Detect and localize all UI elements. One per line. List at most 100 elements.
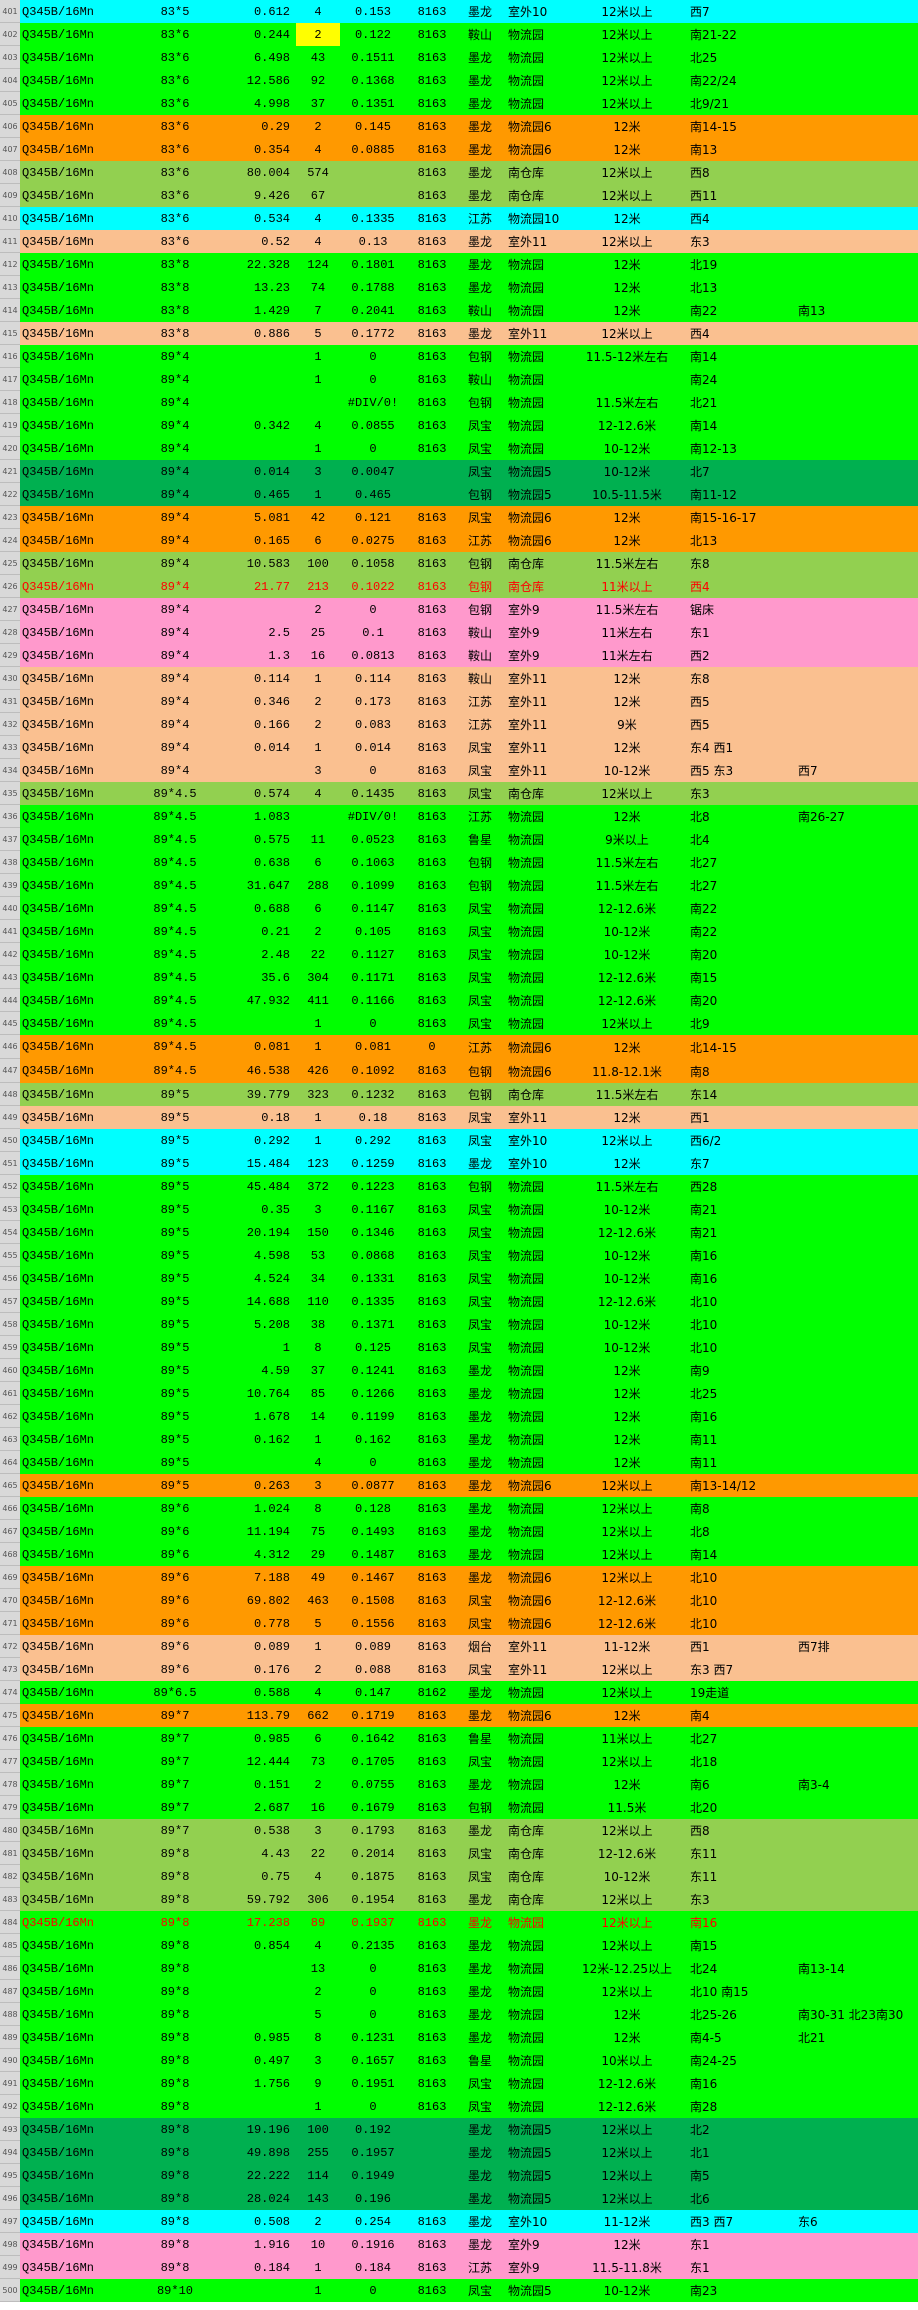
cell-standard[interactable]: 8163 [406,667,458,690]
cell-code[interactable]: Q345B/16Mn [20,1888,134,1911]
cell-note[interactable] [794,2095,918,2118]
cell-mill[interactable]: 鞍山 [458,621,502,644]
cell-mill[interactable]: 包钢 [458,575,502,598]
cell-note[interactable] [794,1842,918,1865]
cell-note[interactable] [794,736,918,759]
cell-location[interactable]: 南21 [686,1221,794,1244]
cell-length[interactable]: 11-12米 [568,2210,686,2233]
table-row[interactable]: 411 Q345B/16Mn 83*6 0.52 4 0.13 8163 墨龙 室外11 12米以… [0,230,918,253]
cell-length[interactable]: 12米 [568,1451,686,1474]
cell-location[interactable]: 西28 [686,1175,794,1198]
cell-quantity[interactable]: 34 [296,1267,340,1290]
cell-mill[interactable]: 鲁星 [458,828,502,851]
cell-quantity[interactable]: 1 [296,2256,340,2279]
cell-warehouse[interactable]: 物流园6 [502,1612,568,1635]
cell-standard[interactable]: 8163 [406,828,458,851]
table-row[interactable]: 494 Q345B/16Mn 89*8 49.898 255 0.1957 墨龙 物流园5 12… [0,2141,918,2164]
cell-standard[interactable]: 8163 [406,1934,458,1957]
cell-unit-weight[interactable]: 0.105 [340,920,406,943]
cell-code[interactable]: Q345B/16Mn [20,713,134,736]
cell-location[interactable]: 东3 西7 [686,1658,794,1681]
cell-note[interactable] [794,1888,918,1911]
cell-unit-weight[interactable]: 0.1719 [340,1704,406,1727]
cell-quantity[interactable]: 124 [296,253,340,276]
cell-spec[interactable]: 89*4 [134,368,216,391]
cell-unit-weight[interactable] [340,161,406,184]
cell-spec[interactable]: 83*6 [134,23,216,46]
cell-length[interactable]: 12米以上 [568,92,686,115]
table-row[interactable]: 457 Q345B/16Mn 89*5 14.688 110 0.1335 8163 凤宝 物流… [0,1290,918,1313]
cell-mill[interactable]: 墨龙 [458,2118,502,2141]
cell-code[interactable]: Q345B/16Mn [20,1681,134,1704]
cell-length[interactable]: 10-12米 [568,437,686,460]
cell-warehouse[interactable]: 物流园 [502,276,568,299]
cell-warehouse[interactable]: 室外11 [502,667,568,690]
cell-unit-weight[interactable]: 0 [340,1012,406,1035]
cell-warehouse[interactable]: 物流园6 [502,1059,568,1083]
cell-weight[interactable]: 4.998 [216,92,296,115]
row-number[interactable]: 407 [0,138,20,161]
row-number[interactable]: 425 [0,552,20,575]
cell-code[interactable]: Q345B/16Mn [20,1911,134,1934]
cell-length[interactable]: 12米 [568,690,686,713]
cell-location[interactable]: 南21 [686,1198,794,1221]
table-row[interactable]: 496 Q345B/16Mn 89*8 28.024 143 0.196 墨龙 物流园5 12米… [0,2187,918,2210]
cell-length[interactable]: 12米以上 [568,0,686,23]
cell-warehouse[interactable]: 室外11 [502,1106,568,1129]
cell-length[interactable]: 11.5米左右 [568,851,686,874]
cell-weight[interactable]: 1.3 [216,644,296,667]
cell-standard[interactable]: 8163 [406,23,458,46]
table-row[interactable]: 463 Q345B/16Mn 89*5 0.162 1 0.162 8163 墨龙 物流园 12米… [0,1428,918,1451]
row-number[interactable]: 496 [0,2187,20,2210]
cell-mill[interactable]: 凤宝 [458,1865,502,1888]
cell-warehouse[interactable]: 物流园 [502,1336,568,1359]
cell-standard[interactable]: 8163 [406,1382,458,1405]
cell-unit-weight[interactable]: 0.184 [340,2256,406,2279]
table-row[interactable]: 443 Q345B/16Mn 89*4.5 35.6 304 0.1171 8163 凤宝 物流… [0,966,918,989]
cell-note[interactable] [794,690,918,713]
cell-quantity[interactable]: 3 [296,1474,340,1497]
cell-warehouse[interactable]: 物流园6 [502,506,568,529]
cell-standard[interactable]: 8163 [406,1520,458,1543]
row-number[interactable]: 490 [0,2049,20,2072]
cell-warehouse[interactable]: 室外11 [502,1658,568,1681]
table-row[interactable]: 493 Q345B/16Mn 89*8 19.196 100 0.192 墨龙 物流园5 12米… [0,2118,918,2141]
row-number[interactable]: 424 [0,529,20,552]
cell-length[interactable]: 12米 [568,115,686,138]
cell-warehouse[interactable]: 物流园 [502,1681,568,1704]
table-row[interactable]: 448 Q345B/16Mn 89*5 39.779 323 0.1232 8163 包钢 南仓… [0,1083,918,1106]
cell-length[interactable]: 12米 [568,805,686,828]
cell-location[interactable]: 东11 [686,1865,794,1888]
row-number[interactable]: 469 [0,1566,20,1589]
cell-spec[interactable]: 89*4.5 [134,1035,216,1059]
row-number[interactable]: 444 [0,989,20,1012]
cell-weight[interactable]: 4.524 [216,1267,296,1290]
cell-mill[interactable]: 包钢 [458,851,502,874]
row-number[interactable]: 482 [0,1865,20,1888]
table-row[interactable]: 479 Q345B/16Mn 89*7 2.687 16 0.1679 8163 包钢 物流园 1… [0,1796,918,1819]
cell-quantity[interactable]: 75 [296,1520,340,1543]
cell-length[interactable]: 12米 [568,299,686,322]
cell-note[interactable] [794,230,918,253]
cell-location[interactable]: 南11 [686,1451,794,1474]
cell-standard[interactable]: 8163 [406,1635,458,1658]
cell-code[interactable]: Q345B/16Mn [20,506,134,529]
cell-unit-weight[interactable]: 0 [340,2003,406,2026]
cell-code[interactable]: Q345B/16Mn [20,1589,134,1612]
cell-weight[interactable]: 0.151 [216,1773,296,1796]
cell-note[interactable] [794,414,918,437]
cell-weight[interactable]: 0.014 [216,460,296,483]
cell-standard[interactable]: 8163 [406,782,458,805]
table-row[interactable]: 435 Q345B/16Mn 89*4.5 0.574 4 0.1435 8163 凤宝 南仓库… [0,782,918,805]
table-row[interactable]: 402 Q345B/16Mn 83*6 0.244 2 0.122 8163 鞍山 物流园 12米… [0,23,918,46]
cell-length[interactable]: 11.5-12米左右 [568,345,686,368]
cell-code[interactable]: Q345B/16Mn [20,1035,134,1059]
cell-warehouse[interactable]: 物流园 [502,2026,568,2049]
cell-quantity[interactable]: 1 [296,1012,340,1035]
cell-mill[interactable]: 墨龙 [458,1497,502,1520]
cell-mill[interactable]: 凤宝 [458,437,502,460]
cell-location[interactable]: 东3 [686,230,794,253]
table-row[interactable]: 460 Q345B/16Mn 89*5 4.59 37 0.1241 8163 墨龙 物流园 12… [0,1359,918,1382]
cell-weight[interactable]: 5.208 [216,1313,296,1336]
cell-weight[interactable]: 0.575 [216,828,296,851]
